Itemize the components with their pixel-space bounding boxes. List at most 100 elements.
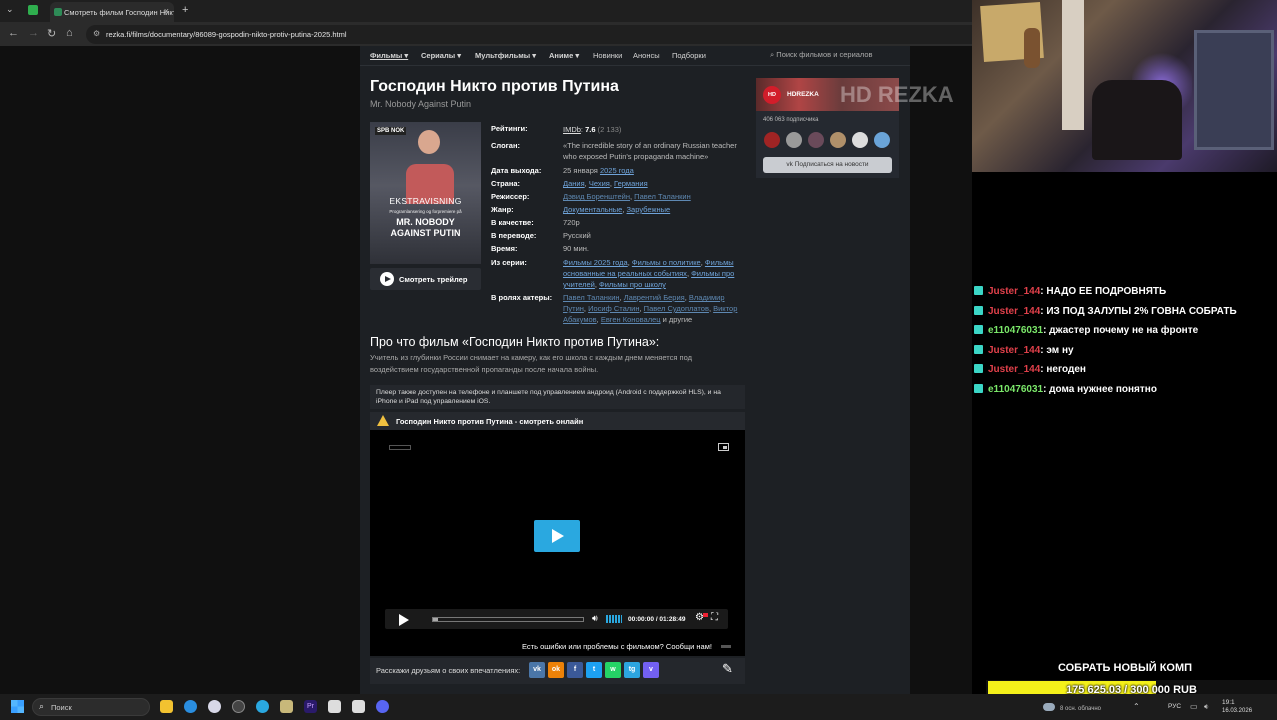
cast-label: В ролях актеры:	[491, 293, 553, 302]
series-link[interactable]: Фильмы про школу	[599, 280, 666, 289]
genre-link[interactable]: Зарубежные	[627, 205, 671, 214]
url-text: rezka.fi/films/documentary/86089-gospodi…	[106, 30, 347, 39]
subscribe-button[interactable]: vk Подписаться на новости	[763, 157, 892, 173]
director-link[interactable]: Павел Таланкин	[634, 192, 691, 201]
share-t-button[interactable]: t	[586, 662, 602, 678]
nav-cartoons[interactable]: Мультфильмы ▾	[475, 51, 536, 60]
edge-icon[interactable]	[184, 700, 197, 713]
subscriber-avatar[interactable]	[830, 132, 846, 148]
series-link[interactable]: Фильмы о политике	[632, 258, 701, 267]
share-ok-button[interactable]: ok	[548, 662, 564, 678]
imdb-link[interactable]: IMDb	[563, 125, 581, 134]
weather-cloud-icon[interactable]	[1043, 703, 1055, 711]
volume-slider[interactable]	[606, 615, 622, 623]
director-label: Режиссер:	[491, 192, 530, 201]
telegram-icon[interactable]	[256, 700, 269, 713]
chat-username[interactable]: Juster_144	[988, 286, 1040, 297]
play-icon	[380, 272, 394, 286]
address-bar[interactable]: ⚙ rezka.fi/films/documentary/86089-gospo…	[86, 25, 972, 44]
nav-announcements[interactable]: Анонсы	[633, 51, 660, 60]
seek-bar[interactable]	[432, 617, 584, 622]
country-link[interactable]: Дания	[563, 179, 585, 188]
comment-pen-icon[interactable]: ✎	[722, 661, 742, 679]
tab-close-icon[interactable]: ×	[164, 6, 169, 16]
nav-series[interactable]: Сериалы ▾	[421, 51, 461, 60]
card-name[interactable]: HDREZKA	[787, 91, 819, 98]
nav-anime[interactable]: Аниме ▾	[549, 51, 579, 60]
actor-link[interactable]: Иосиф Сталин	[588, 304, 639, 313]
sheets-icon[interactable]	[28, 5, 38, 15]
picture-in-picture-icon[interactable]	[718, 443, 729, 451]
chat-message: Juster_144: ИЗ ПОД ЗАЛУПЫ 2% ГОВНА СОБРА…	[974, 305, 1237, 317]
subscriber-avatar[interactable]	[808, 132, 824, 148]
trailer-button[interactable]: Смотреть трейлер	[370, 268, 481, 290]
file-explorer-icon[interactable]	[160, 700, 173, 713]
chat-username[interactable]: Juster_144	[988, 345, 1040, 356]
actor-link[interactable]: Лаврентий Берия	[624, 293, 685, 302]
report-toggle[interactable]	[721, 645, 731, 648]
nav-films[interactable]: Фильмы ▾	[370, 51, 408, 60]
subscriber-avatar[interactable]	[852, 132, 868, 148]
back-icon[interactable]: ←	[8, 27, 19, 39]
site-info-icon[interactable]: ⚙	[93, 29, 100, 38]
report-link[interactable]: Есть ошибки или проблемы с фильмом? Сооб…	[522, 642, 712, 651]
weather-text: 8 осн. облачно	[1060, 706, 1101, 712]
chrome-icon[interactable]	[232, 700, 245, 713]
actor-link[interactable]: Павел Таланкин	[563, 293, 620, 302]
series-link[interactable]: Фильмы 2025 года	[563, 258, 628, 267]
discord-icon[interactable]	[376, 700, 389, 713]
browser-tab[interactable]: Смотреть фильм Господин Никто ×	[50, 2, 174, 22]
site-search[interactable]: ⌕ Поиск фильмов и сериалов	[770, 50, 873, 60]
film-poster[interactable]: SPB NOK EKSTRAVISNING Programlansering o…	[370, 122, 481, 264]
chat-username[interactable]: Juster_144	[988, 306, 1040, 317]
year-link[interactable]: 2025 года	[600, 166, 634, 175]
home-icon[interactable]: ⌂	[66, 27, 73, 39]
tray-chevron-icon[interactable]: ⌃	[1133, 702, 1140, 711]
share-tg-button[interactable]: tg	[624, 662, 640, 678]
reload-icon[interactable]: ↻	[47, 27, 56, 40]
new-tab-button[interactable]: +	[182, 4, 188, 16]
obs-icon[interactable]	[352, 700, 365, 713]
director-link[interactable]: Дэвид Боренштейн	[563, 192, 630, 201]
country-link[interactable]: Германия	[614, 179, 648, 188]
sound-icon[interactable]: 🔉︎	[1204, 702, 1209, 712]
tab-menu-icon[interactable]: ⌄	[6, 4, 14, 15]
share-v-button[interactable]: v	[643, 662, 659, 678]
actor-link[interactable]: Павел Судоплатов	[644, 304, 709, 313]
nav-new[interactable]: Новинки	[593, 51, 622, 60]
subscriber-avatar[interactable]	[786, 132, 802, 148]
play-pause-icon[interactable]	[399, 614, 409, 626]
language-indicator[interactable]: РУС	[1168, 703, 1181, 710]
subscriber-avatar[interactable]	[764, 132, 780, 148]
chat-username[interactable]: Juster_144	[988, 364, 1040, 375]
network-icon[interactable]: ▭	[1190, 702, 1198, 711]
seek-position[interactable]	[433, 618, 438, 621]
obs-icon[interactable]	[328, 700, 341, 713]
premiere-icon[interactable]: Pr	[304, 700, 317, 713]
share-vk-button[interactable]: vk	[529, 662, 545, 678]
genre-link[interactable]: Документальные	[563, 205, 622, 214]
hd-badge-icon	[703, 613, 708, 617]
actor-link[interactable]: Евген Коновалец	[601, 315, 661, 324]
app-icon[interactable]	[208, 700, 221, 713]
chat-username[interactable]: e110476031	[988, 325, 1043, 336]
time-label: Время:	[491, 244, 518, 253]
fullscreen-icon[interactable]: ⛶	[711, 612, 718, 623]
subscriber-avatar[interactable]	[874, 132, 890, 148]
clock-time[interactable]: 19:1	[1222, 699, 1235, 706]
volume-icon[interactable]: 🔊︎	[592, 613, 598, 624]
chat-text: : эм ну	[1040, 344, 1074, 356]
country-link[interactable]: Чехия	[589, 179, 610, 188]
chat-username[interactable]: e110476031	[988, 384, 1043, 395]
forward-icon[interactable]: →	[28, 27, 39, 39]
windows-start-icon[interactable]	[11, 700, 24, 713]
taskbar-search[interactable]: ⌕ Поиск	[32, 698, 150, 716]
chat-badge-icon	[974, 325, 983, 335]
share-f-button[interactable]: f	[567, 662, 583, 678]
nav-collections[interactable]: Подборки	[672, 51, 706, 60]
app-icon[interactable]	[280, 700, 293, 713]
search-icon: ⌕	[39, 701, 45, 711]
big-play-button[interactable]	[534, 520, 580, 552]
clock-date[interactable]: 16.03.2026	[1222, 708, 1252, 714]
share-w-button[interactable]: w	[605, 662, 621, 678]
